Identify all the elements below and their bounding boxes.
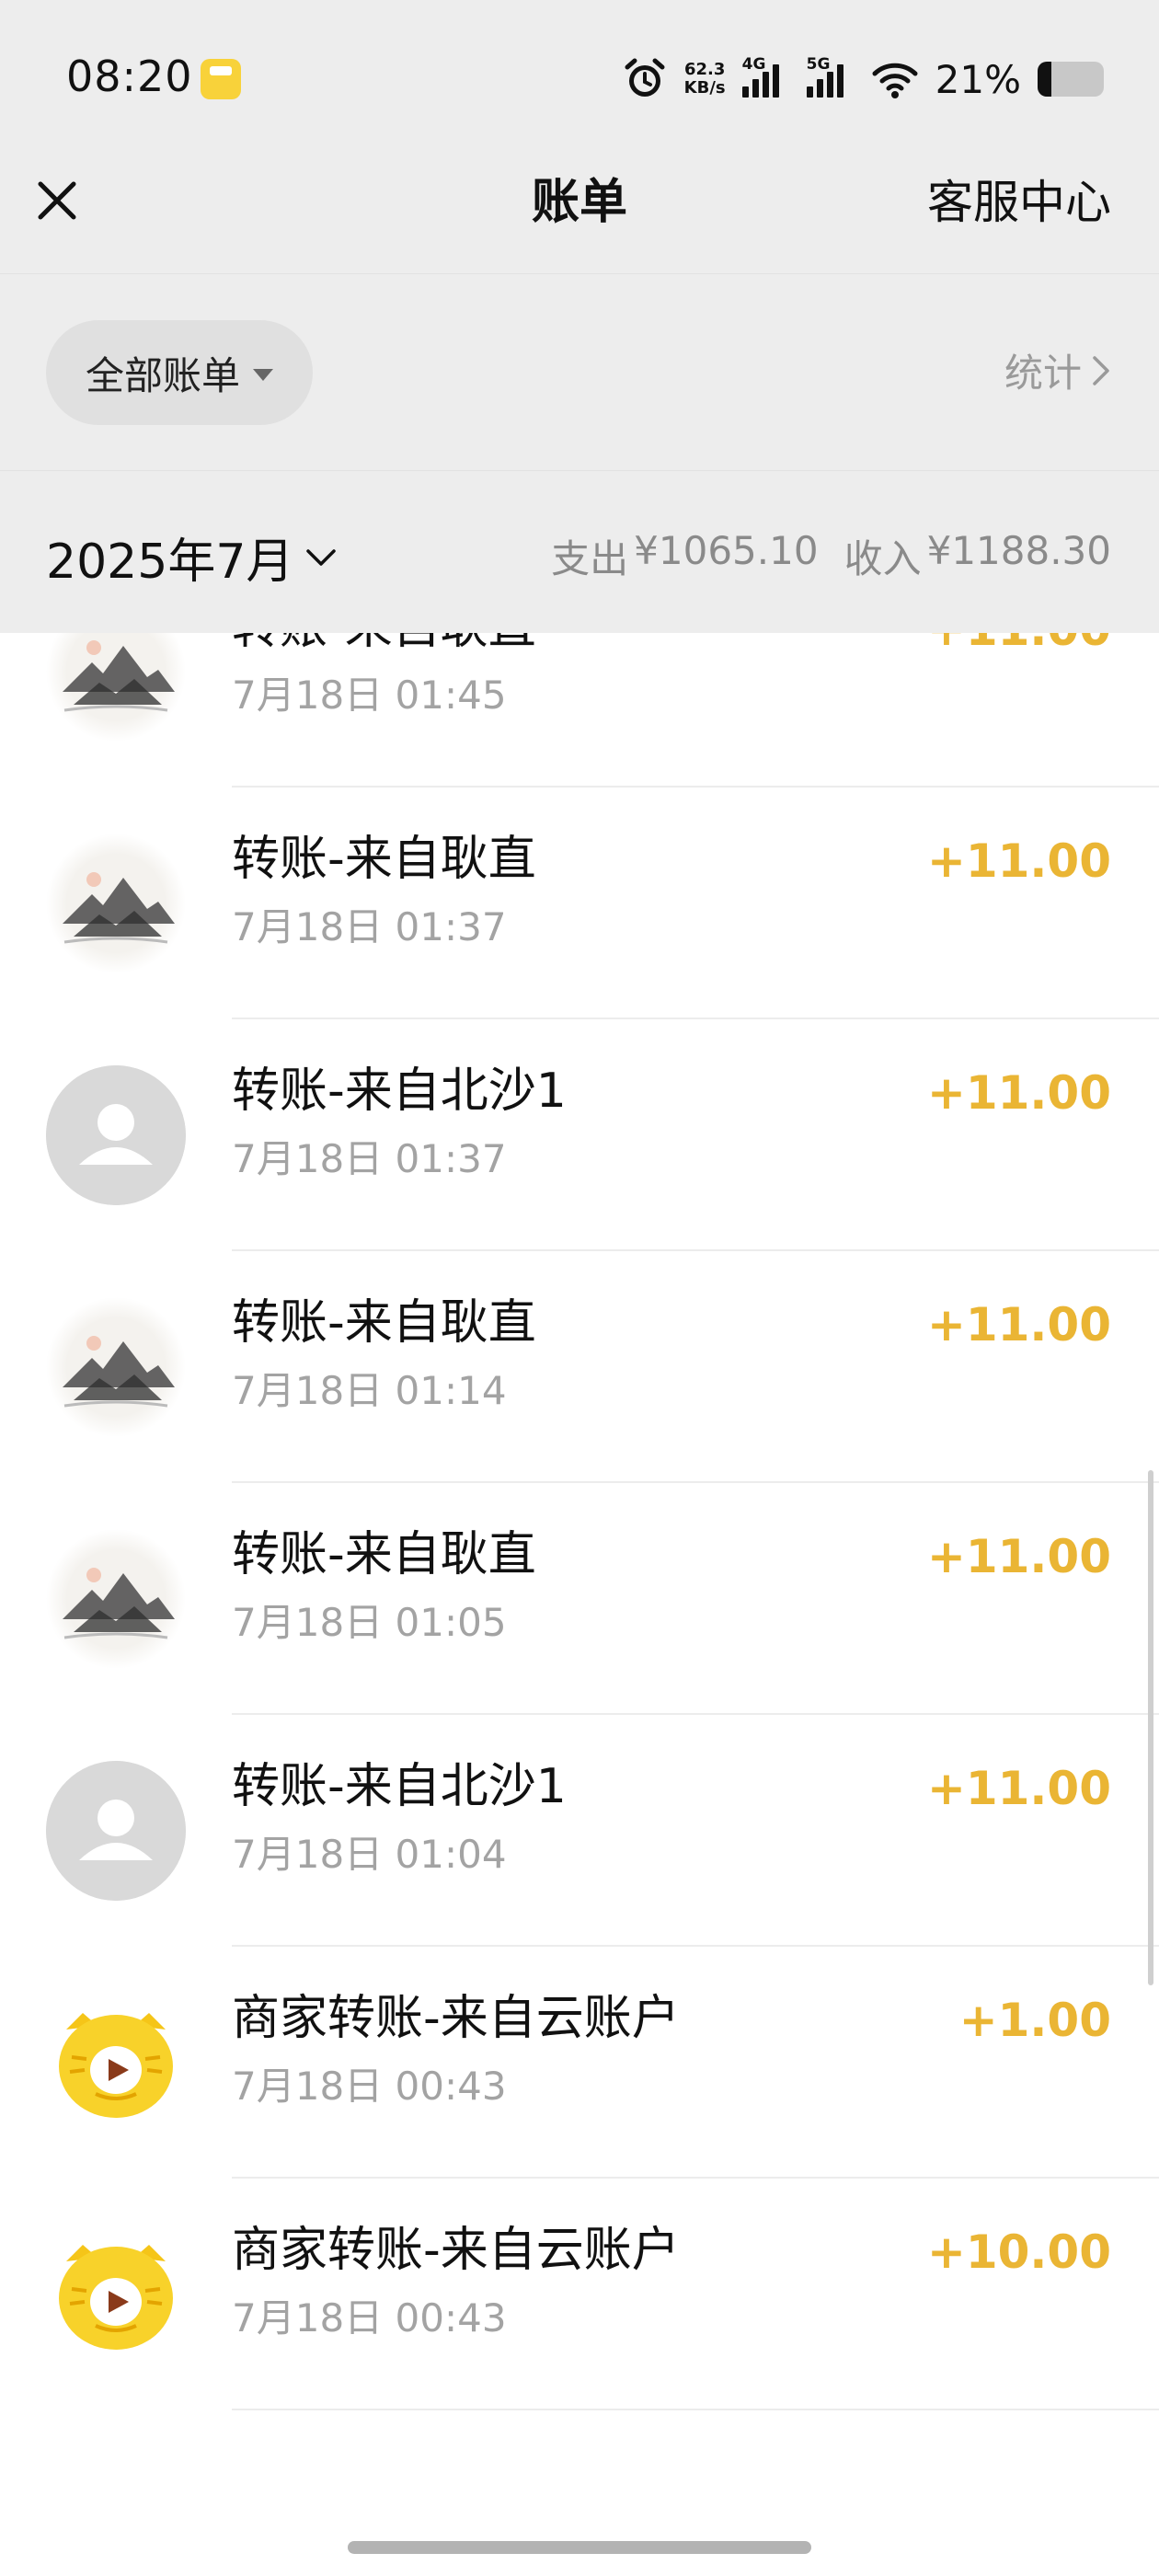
customer-service-button[interactable]: 客服中心 (927, 175, 1111, 230)
alarm-icon (625, 58, 665, 97)
bill-type-filter-label: 全部账单 (85, 352, 240, 398)
landscape-avatar-icon (46, 1529, 186, 1669)
battery-percent: 21% (935, 56, 1021, 102)
battery-fill (1038, 62, 1052, 97)
dropdown-triangle-icon (253, 368, 273, 381)
expense-label: 支出 (551, 536, 629, 581)
net-speed-unit: KB/s (683, 78, 726, 98)
month-label: 2025年7月 (46, 535, 294, 590)
transaction-time: 7月18日 00:43 (232, 2295, 507, 2340)
stats-link[interactable]: 统计 (1004, 342, 1111, 398)
month-selector[interactable]: 2025年7月 (46, 523, 338, 592)
net-speed: 62.3 KB/s (684, 61, 726, 98)
signal-5g-icon: 5G (806, 55, 855, 98)
transaction-time: 7月18日 01:05 (232, 1600, 507, 1645)
landscape-avatar-icon (46, 1297, 186, 1437)
wifi-icon (872, 63, 918, 98)
transaction-row[interactable]: 转账-来自北沙1 7月18日 01:04 +11.00 (0, 1715, 1159, 1947)
transaction-time: 7月18日 01:45 (232, 673, 507, 718)
transaction-time: 7月18日 00:43 (232, 2064, 507, 2109)
expense-value: ¥1065.10 (634, 528, 819, 573)
transaction-row[interactable]: 转账-来自耿直 7月18日 01:05 +11.00 (0, 1483, 1159, 1715)
transaction-time: 7月18日 01:37 (232, 904, 507, 949)
transaction-time: 7月18日 01:37 (232, 1136, 507, 1181)
default-avatar-icon (46, 1065, 186, 1205)
app-notification-icon (201, 59, 241, 99)
transaction-time: 7月18日 01:04 (232, 1832, 507, 1877)
transaction-name: 转账-来自北沙1 (232, 1064, 567, 1119)
transaction-amount: +1.00 (958, 1994, 1111, 2047)
signal-4g-label: 4G (741, 55, 766, 74)
landscape-avatar-icon (46, 834, 186, 973)
transaction-amount: +11.00 (926, 1530, 1111, 1583)
home-indicator[interactable] (348, 2541, 811, 2554)
row-divider (232, 2409, 1159, 2410)
scrollbar-thumb[interactable] (1148, 1470, 1153, 1985)
transaction-amount: +11.00 (926, 1066, 1111, 1120)
transaction-row[interactable]: 转账-来自耿直 7月18日 01:14 +11.00 (0, 1251, 1159, 1483)
net-speed-value: 62.3 (683, 60, 726, 79)
transaction-amount: +11.00 (926, 1298, 1111, 1351)
default-avatar-icon (46, 1761, 186, 1901)
bill-screen: 08:20 62.3 KB/s 4G 5G 21% 账单 客服中心 全部账单 统… (0, 0, 1159, 2576)
battery-icon (1038, 62, 1104, 97)
status-indicators: 62.3 KB/s 4G 5G 21% (622, 52, 1104, 107)
income-total: 收入 ¥1188.30 (844, 528, 1111, 584)
transaction-name: 转账-来自北沙1 (232, 1759, 567, 1814)
chevron-down-icon (306, 548, 337, 566)
month-totals: 支出 ¥1065.10 收入 ¥1188.30 (551, 528, 1111, 584)
tiger-avatar-icon (46, 2225, 186, 2364)
chevron-right-icon (1093, 355, 1109, 385)
signal-5g-label: 5G (806, 55, 831, 74)
transaction-row[interactable]: 商家转账-来自云账户 7月18日 00:43 +1.00 (0, 1947, 1159, 2179)
bill-type-filter[interactable]: 全部账单 (46, 320, 313, 425)
transaction-row[interactable]: 转账-来自耿直 7月18日 01:37 +11.00 (0, 788, 1159, 1019)
income-label: 收入 (843, 536, 922, 581)
transaction-amount: +11.00 (926, 834, 1111, 888)
transaction-name: 商家转账-来自云账户 (232, 1991, 680, 2046)
transaction-amount: +10.00 (926, 2225, 1111, 2279)
income-value: ¥1188.30 (926, 528, 1111, 573)
transaction-time: 7月18日 01:14 (232, 1368, 507, 1413)
expense-total: 支出 ¥1065.10 (551, 528, 818, 584)
transaction-list[interactable]: 7月18日 01:54转账-来自耿直7月18日 01:45+11.00转账-来自… (0, 497, 1159, 2576)
transaction-row[interactable]: 商家转账-来自云账户 7月18日 00:43 +10.00 (0, 2179, 1159, 2410)
transaction-name: 转账-来自耿直 (232, 1527, 536, 1582)
signal-4g-icon: 4G (741, 55, 790, 98)
tiger-avatar-icon (46, 1993, 186, 2133)
transaction-row[interactable]: 转账-来自北沙1 7月18日 01:37 +11.00 (0, 1019, 1159, 1251)
status-bar: 08:20 62.3 KB/s 4G 5G 21% (0, 0, 1159, 156)
status-time: 08:20 (66, 52, 193, 101)
transaction-name: 转账-来自耿直 (232, 1295, 536, 1351)
transaction-name: 商家转账-来自云账户 (232, 2223, 680, 2278)
transaction-name: 转账-来自耿直 (232, 832, 536, 887)
stats-label: 统计 (1004, 351, 1082, 396)
transaction-amount: +11.00 (926, 1762, 1111, 1815)
